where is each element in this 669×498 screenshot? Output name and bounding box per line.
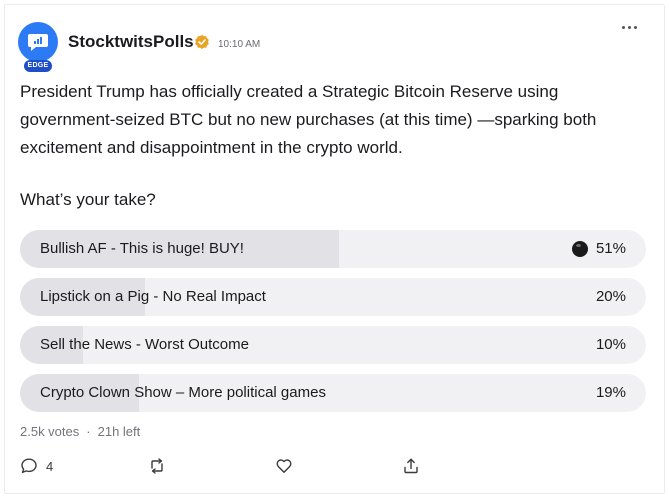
poll-option-label: Lipstick on a Pig - No Real Impact bbox=[40, 288, 266, 305]
post-card: EDGE StocktwitsPolls 10:10 AM President … bbox=[0, 0, 669, 498]
avatar[interactable] bbox=[18, 22, 58, 62]
vote-count: 2.5k votes bbox=[20, 424, 80, 439]
heart-icon bbox=[276, 459, 292, 473]
poll-option-4[interactable]: Crypto Clown Show – More political games… bbox=[20, 374, 646, 412]
poll-meta: 2.5k votes · 21h left bbox=[20, 424, 140, 439]
more-options-button[interactable] bbox=[616, 16, 642, 38]
poll-option-percent: 10% bbox=[595, 336, 626, 353]
meta-separator: · bbox=[86, 424, 91, 439]
comment-button[interactable]: 4 bbox=[20, 456, 53, 476]
share-button[interactable] bbox=[402, 456, 420, 476]
poll-option-label: Crypto Clown Show – More political games bbox=[40, 384, 326, 401]
author-avatar-group[interactable]: EDGE bbox=[18, 22, 58, 74]
comment-icon bbox=[21, 458, 37, 474]
poll-question: What’s your take? bbox=[20, 190, 156, 209]
author-name[interactable]: StocktwitsPolls bbox=[68, 32, 194, 52]
post-time: 10:10 AM bbox=[218, 39, 261, 50]
more-options-icon-dot bbox=[627, 25, 631, 29]
more-options-icon-dot bbox=[621, 25, 625, 29]
poll-option-2[interactable]: Lipstick on a Pig - No Real Impact 20% bbox=[20, 278, 646, 316]
voter-avatar bbox=[572, 241, 588, 257]
verified-badge-icon bbox=[195, 34, 209, 49]
reshare-button[interactable] bbox=[148, 456, 166, 476]
reshare-icon bbox=[151, 458, 163, 474]
poll-option-percent: 51% bbox=[595, 240, 626, 257]
stocktwits-logo-icon bbox=[28, 34, 48, 51]
poll-option-1[interactable]: Bullish AF - This is huge! BUY! 51% bbox=[20, 230, 646, 268]
poll-option-label: Bullish AF - This is huge! BUY! bbox=[40, 240, 244, 257]
time-left: 21h left bbox=[97, 424, 141, 439]
share-icon bbox=[404, 458, 418, 474]
poll-option-label: Sell the News - Worst Outcome bbox=[40, 336, 249, 353]
like-button[interactable] bbox=[275, 456, 293, 476]
poll-option-percent: 19% bbox=[595, 384, 626, 401]
poll-option-percent: 20% bbox=[595, 288, 626, 305]
edge-badge: EDGE bbox=[24, 60, 52, 72]
poll-option-3[interactable]: Sell the News - Worst Outcome 10% bbox=[20, 326, 646, 364]
comment-count: 4 bbox=[46, 458, 54, 474]
more-options-icon-dot bbox=[633, 25, 637, 29]
post-body: President Trump has officially created a… bbox=[20, 82, 597, 157]
